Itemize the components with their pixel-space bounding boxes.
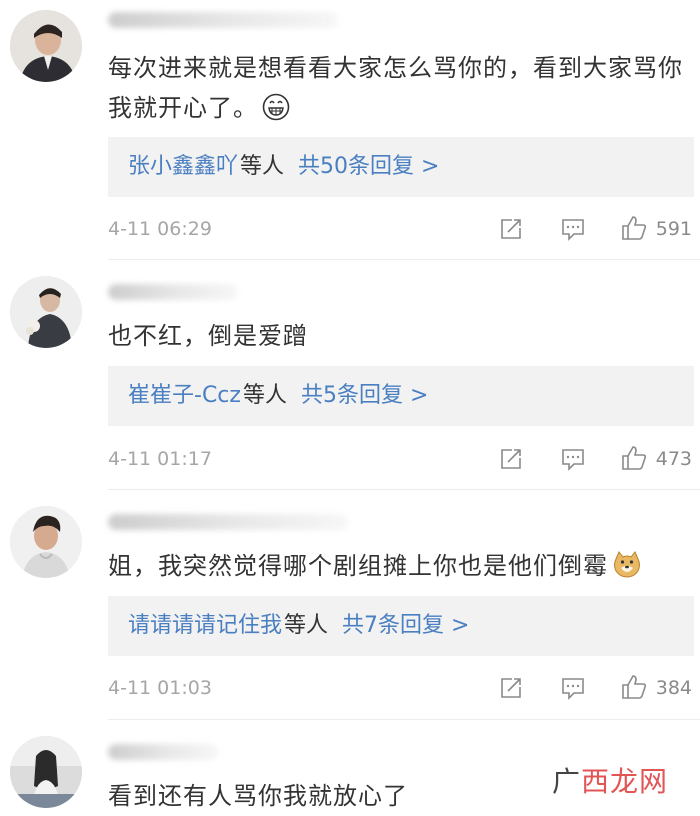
- reply-mid: 等人: [240, 154, 285, 179]
- comment-meta: 4-11 01:17 473: [108, 444, 694, 474]
- comment-time: 4-11 01:03: [108, 677, 212, 699]
- reply-count-link[interactable]: 共50条回复 >: [298, 154, 439, 179]
- like-icon[interactable]: [620, 444, 648, 472]
- reply-count-link[interactable]: 共5条回复 >: [301, 383, 428, 408]
- username-blurred: [108, 12, 338, 28]
- like-count: 384: [655, 677, 692, 699]
- reply-users[interactable]: 张小鑫鑫吖: [128, 154, 238, 179]
- watermark-icon: 广: [551, 765, 581, 798]
- comment-meta: 4-11 01:03 384: [108, 673, 694, 703]
- avatar[interactable]: [10, 276, 82, 348]
- doge-emoji-icon: [612, 549, 642, 591]
- comment-item: 每次进来就是想看看大家怎么骂你的，看到大家骂你我就开心了。 张小鑫鑫吖等人 共50…: [0, 0, 700, 260]
- comment-text: 每次进来就是想看看大家怎么骂你的，看到大家骂你我就开心了。: [108, 48, 686, 133]
- reply-summary[interactable]: 张小鑫鑫吖等人 共50条回复 >: [108, 137, 694, 197]
- avatar-image: [10, 506, 82, 578]
- watermark: 广西龙网: [552, 762, 668, 802]
- avatar[interactable]: [10, 736, 82, 808]
- comment-icon[interactable]: [560, 446, 586, 472]
- comment-text-content: 每次进来就是想看看大家怎么骂你的，看到大家骂你我就开心了。: [108, 54, 683, 122]
- comment-text: 也不红，倒是爱蹭: [108, 316, 686, 356]
- reply-mid: 等人: [242, 383, 287, 408]
- comment-text-content: 也不红，倒是爱蹭: [108, 322, 308, 350]
- reply-mid: 等人: [284, 613, 329, 638]
- reply-summary[interactable]: 崔崔子-Ccz等人 共5条回复 >: [108, 366, 694, 426]
- username-blurred: [108, 514, 348, 530]
- avatar-image: [10, 276, 82, 348]
- grin-emoji-icon: [262, 93, 290, 133]
- comment-text-content: 姐，我突然觉得哪个剧组摊上你也是他们倒霉: [108, 552, 608, 580]
- avatar-image: [10, 736, 82, 808]
- comment-text: 姐，我突然觉得哪个剧组摊上你也是他们倒霉: [108, 546, 686, 591]
- avatar-image: [10, 10, 82, 82]
- reply-users[interactable]: 崔崔子-Ccz: [128, 383, 241, 408]
- username-blurred: [108, 284, 238, 300]
- like-icon[interactable]: [620, 214, 648, 242]
- avatar[interactable]: [10, 10, 82, 82]
- share-icon[interactable]: [498, 446, 524, 472]
- share-icon[interactable]: [498, 675, 524, 701]
- reply-summary[interactable]: 请请请请记住我等人 共7条回复 >: [108, 596, 694, 656]
- avatar[interactable]: [10, 506, 82, 578]
- comment-item: 也不红，倒是爱蹭 崔崔子-Ccz等人 共5条回复 > 4-11 01:17 473: [0, 260, 700, 490]
- like-count: 591: [655, 218, 692, 240]
- like-icon[interactable]: [620, 673, 648, 701]
- comment-text-content: 看到还有人骂你我就放心了: [108, 782, 408, 810]
- comment-item: 姐，我突然觉得哪个剧组摊上你也是他们倒霉 请请请请记住我等人 共7条回复 > 4-…: [0, 490, 700, 720]
- comment-icon[interactable]: [560, 675, 586, 701]
- reply-users[interactable]: 请请请请记住我: [128, 613, 282, 638]
- reply-count-link[interactable]: 共7条回复 >: [342, 613, 469, 638]
- like-count: 473: [655, 448, 692, 470]
- share-icon[interactable]: [498, 216, 524, 242]
- comment-meta: 4-11 06:29 591: [108, 214, 694, 244]
- comment-icon[interactable]: [560, 216, 586, 242]
- comment-time: 4-11 01:17: [108, 448, 212, 470]
- username-blurred: [108, 744, 218, 760]
- comment-time: 4-11 06:29: [108, 218, 212, 240]
- watermark-text: 西龙网: [580, 765, 668, 798]
